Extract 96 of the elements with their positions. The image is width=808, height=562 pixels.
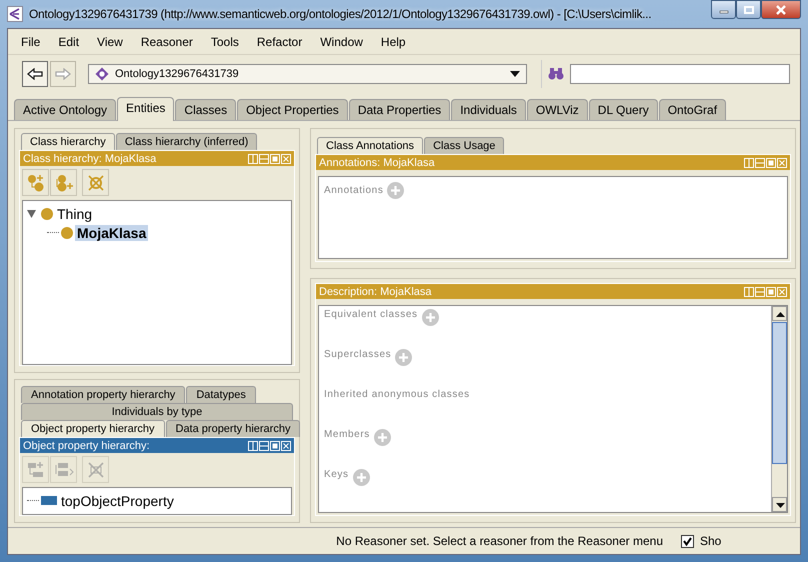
app-icon xyxy=(7,6,23,22)
scroll-down-icon[interactable] xyxy=(772,497,787,512)
minimize-icon[interactable] xyxy=(755,286,765,296)
tab[interactable]: Classes xyxy=(175,99,236,120)
menu-item[interactable]: Reasoner xyxy=(132,35,202,49)
add-subclass-button[interactable] xyxy=(22,169,49,196)
delete-property-button[interactable] xyxy=(82,456,109,483)
tab[interactable]: OWLViz xyxy=(526,99,588,120)
add-sibling-icon xyxy=(54,172,74,192)
add-icon[interactable] xyxy=(422,309,439,326)
add-subproperty-icon xyxy=(26,460,46,480)
view-title: Object property hierarchy: xyxy=(23,440,151,452)
checkbox-label: Sho xyxy=(700,534,722,548)
tab[interactable]: Class hierarchy xyxy=(21,133,115,150)
scroll-thumb[interactable] xyxy=(772,322,787,464)
add-sibling-button[interactable] xyxy=(50,169,77,196)
delete-icon xyxy=(86,172,106,192)
split-icon[interactable] xyxy=(744,286,754,296)
ontology-icon xyxy=(95,67,109,81)
maximize-icon[interactable] xyxy=(766,158,776,168)
view-title: Class hierarchy: MojaKlasa xyxy=(23,152,158,164)
window-title: Ontology1329676431739 (http://www.semanticweb.org/ontologies/2012/1/Ontology1329676431739.owl) - [C:\Users\cimlik... xyxy=(29,7,652,21)
property-icon xyxy=(41,496,57,505)
close-icon[interactable] xyxy=(777,286,787,296)
tab[interactable]: Class Usage xyxy=(424,137,504,154)
section-label: Members xyxy=(324,429,370,440)
tab[interactable]: OntoGraf xyxy=(658,99,726,120)
tab[interactable]: Object Properties xyxy=(237,99,348,120)
search-field[interactable] xyxy=(570,64,790,84)
maximize-icon[interactable] xyxy=(766,286,776,296)
section-label: Annotations xyxy=(324,184,384,196)
menu-item[interactable]: Help xyxy=(372,35,415,49)
tree-item[interactable]: Thing xyxy=(55,206,94,222)
tree-item[interactable]: MojaKlasa xyxy=(75,224,148,240)
section-label: Equivalent classes xyxy=(324,309,418,320)
close-icon[interactable] xyxy=(281,154,291,164)
maximize-icon[interactable] xyxy=(270,440,280,450)
minimize-icon[interactable] xyxy=(259,154,269,164)
caret-icon xyxy=(510,71,520,77)
close-icon xyxy=(775,4,787,14)
binoculars-icon xyxy=(548,67,564,81)
class-icon xyxy=(41,208,53,220)
tab[interactable]: Class hierarchy (inferred) xyxy=(116,133,258,150)
add-icon[interactable] xyxy=(374,429,391,446)
menu-item[interactable]: Tools xyxy=(202,35,248,49)
maximize-button[interactable] xyxy=(736,0,761,19)
ontology-dropdown[interactable]: Ontology1329676431739 xyxy=(88,64,527,84)
menu-item[interactable]: View xyxy=(88,35,132,49)
view-title: Annotations: MojaKlasa xyxy=(319,156,436,168)
checkbox[interactable] xyxy=(681,534,694,548)
view-title: Description: MojaKlasa xyxy=(319,286,432,298)
menu-item[interactable]: Edit xyxy=(49,35,88,49)
split-icon[interactable] xyxy=(248,154,258,164)
forward-arrow-icon xyxy=(55,68,71,80)
split-icon[interactable] xyxy=(248,440,258,450)
close-icon[interactable] xyxy=(777,158,787,168)
status-message: No Reasoner set. Select a reasoner from the Reasoner menu xyxy=(336,534,663,548)
tab[interactable]: Object property hierarchy xyxy=(21,420,164,437)
section-label: Inherited anonymous classes xyxy=(324,389,470,400)
close-button[interactable] xyxy=(761,0,801,19)
add-icon[interactable] xyxy=(387,182,404,198)
maximize-icon[interactable] xyxy=(270,154,280,164)
tab[interactable]: DL Query xyxy=(588,99,658,120)
tab[interactable]: Annotation property hierarchy xyxy=(21,386,186,403)
scrollbar[interactable] xyxy=(771,306,787,512)
add-subclass-icon xyxy=(26,172,46,192)
close-icon[interactable] xyxy=(281,440,291,450)
expanded-icon[interactable] xyxy=(27,208,39,218)
maximize-icon xyxy=(744,6,754,14)
tab[interactable]: Data Properties xyxy=(348,99,450,120)
add-sibling-property-button[interactable] xyxy=(50,456,77,483)
tab[interactable]: Entities xyxy=(117,97,174,121)
back-arrow-icon xyxy=(27,68,43,80)
tab[interactable]: Data property hierarchy xyxy=(166,420,300,437)
delete-icon xyxy=(86,460,106,480)
menu-item[interactable]: File xyxy=(12,35,50,49)
tab[interactable]: Active Ontology xyxy=(14,99,116,120)
scroll-up-icon[interactable] xyxy=(772,306,787,321)
class-icon xyxy=(61,226,73,238)
add-icon[interactable] xyxy=(395,349,412,366)
section-label: Superclasses xyxy=(324,349,392,360)
minimize-button[interactable] xyxy=(711,0,736,19)
menu-item[interactable]: Refactor xyxy=(248,35,312,49)
section-label: Keys xyxy=(324,469,349,480)
tab[interactable]: Individuals by type xyxy=(21,403,293,420)
tab[interactable]: Class Annotations xyxy=(317,137,424,154)
add-icon[interactable] xyxy=(352,469,370,486)
tab[interactable]: Datatypes xyxy=(186,386,256,403)
tab[interactable]: Individuals xyxy=(451,99,526,120)
minimize-icon[interactable] xyxy=(755,158,765,168)
add-subproperty-button[interactable] xyxy=(22,456,49,483)
delete-class-button[interactable] xyxy=(82,169,109,196)
split-icon[interactable] xyxy=(744,158,754,168)
minimize-icon[interactable] xyxy=(259,440,269,450)
back-button[interactable] xyxy=(22,61,48,87)
menu-item[interactable]: Window xyxy=(311,35,372,49)
